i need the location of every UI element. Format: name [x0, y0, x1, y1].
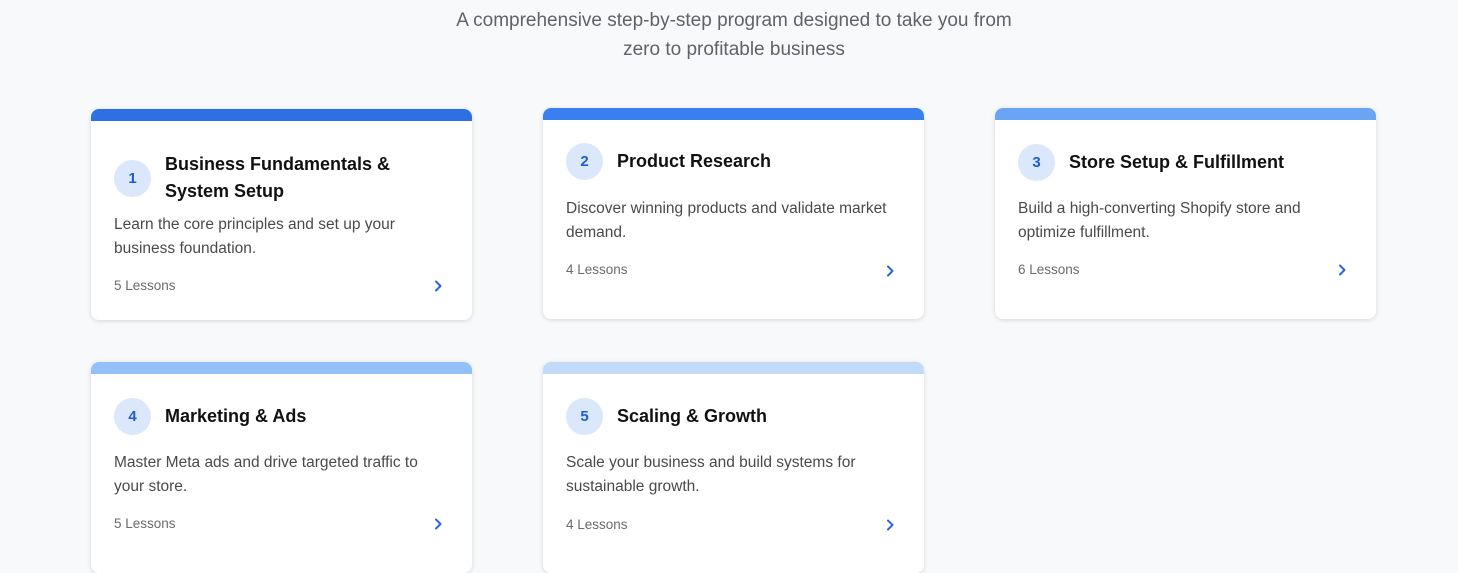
card-accent-bar	[995, 108, 1376, 120]
module-card-5[interactable]: 5 Scaling & Growth Scale your business a…	[543, 362, 924, 573]
module-card-4[interactable]: 4 Marketing & Ads Master Meta ads and dr…	[91, 362, 472, 573]
module-number-badge: 4	[114, 398, 151, 435]
subtitle-line-2: zero to profitable business	[623, 39, 845, 60]
module-card-1[interactable]: 1 Business Fundamentals & System Setup L…	[91, 109, 472, 320]
module-number-badge: 5	[566, 398, 603, 435]
module-card-3[interactable]: 3 Store Setup & Fulfillment Build a high…	[995, 108, 1376, 319]
subtitle-line-1: A comprehensive step-by-step program des…	[456, 10, 1012, 31]
lesson-count: 5 Lessons	[114, 278, 176, 293]
module-number-badge: 1	[114, 159, 151, 197]
module-title: Store Setup & Fulfillment	[1069, 152, 1285, 172]
module-title: Scaling & Growth	[617, 406, 768, 426]
lesson-count: 4 Lessons	[566, 517, 628, 532]
module-number-badge: 3	[1018, 144, 1055, 181]
chevron-right-icon[interactable]	[431, 279, 445, 293]
chevron-right-icon[interactable]	[883, 264, 897, 278]
module-title: Business Fundamentals & System Setup	[165, 154, 391, 201]
chevron-right-icon[interactable]	[431, 517, 445, 531]
module-card-2[interactable]: 2 Product Research Discover winning prod…	[543, 108, 924, 319]
chevron-right-icon[interactable]	[883, 518, 897, 532]
lesson-count: 5 Lessons	[114, 516, 176, 531]
card-accent-bar	[543, 108, 924, 120]
module-title: Product Research	[617, 151, 772, 171]
module-description: Master Meta ads and drive targeted traff…	[114, 454, 418, 495]
card-accent-bar	[91, 362, 472, 374]
card-accent-bar	[543, 362, 924, 374]
chevron-right-icon[interactable]	[1335, 263, 1349, 277]
module-number-badge: 2	[566, 143, 603, 180]
lesson-count: 4 Lessons	[566, 262, 628, 277]
section-subtitle: A comprehensive step-by-step program des…	[0, 6, 1458, 64]
module-description: Scale your business and build systems fo…	[566, 454, 856, 495]
card-accent-bar	[91, 109, 472, 121]
lesson-count: 6 Lessons	[1018, 262, 1080, 277]
module-description: Discover winning products and validate m…	[566, 200, 887, 241]
module-description: Build a high-converting Shopify store an…	[1018, 200, 1301, 241]
module-description: Learn the core principles and set up you…	[114, 216, 395, 257]
module-title: Marketing & Ads	[165, 406, 307, 426]
